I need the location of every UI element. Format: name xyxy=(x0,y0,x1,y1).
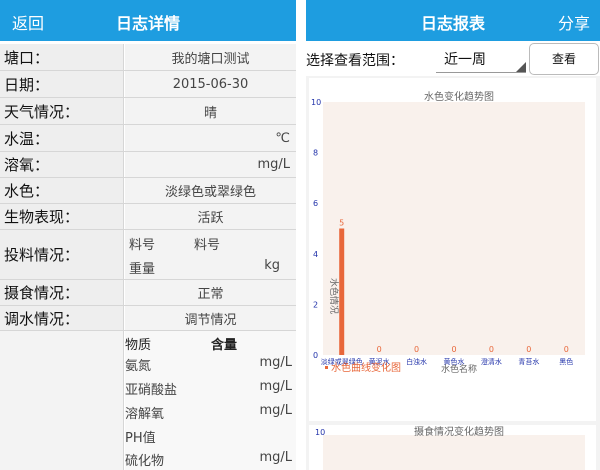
legend-label: 水色曲线变化图 xyxy=(331,361,401,374)
range-select[interactable]: 近一周 xyxy=(436,45,526,73)
substance-name: 氨氮 xyxy=(125,359,152,374)
water-temp-unit: ℃ xyxy=(125,125,296,151)
bar xyxy=(339,228,345,355)
oxygen-unit: mg/L xyxy=(125,152,296,177)
page-title: 日志报表 xyxy=(420,14,485,33)
substance-unit: mg/L xyxy=(259,379,292,394)
y-tick-label: 10 xyxy=(315,428,325,437)
bar-value-label: 0 xyxy=(377,345,382,354)
y-tick-label: 10 xyxy=(311,98,321,107)
water-color-value: 淡绿色或翠绿色 xyxy=(125,178,296,203)
substance-name: 硫化物 xyxy=(125,454,165,469)
feeding-values: 料号 料号 重量 kg xyxy=(125,230,296,279)
y-tick-label: 2 xyxy=(313,300,318,309)
water-adjust-value: 调节情况 xyxy=(125,306,296,330)
feed-weight-unit: kg xyxy=(264,258,280,273)
substance-label-cell xyxy=(0,331,124,470)
substance-unit: mg/L xyxy=(259,403,292,418)
intake-chart-card: 10 摄食情况变化趋势图 xyxy=(309,425,596,470)
y-tick-label: 4 xyxy=(313,250,318,259)
water-color-row: 水色： 淡绿色或翠绿色 xyxy=(0,178,296,204)
feeding-row: 投料情况： 料号 料号 重量 kg xyxy=(0,230,296,280)
weather-value: 晴 xyxy=(125,98,296,124)
substance-header-name: 物质 xyxy=(125,338,152,353)
substance-name: 溶解氧 xyxy=(125,407,165,422)
y-tick-label: 0 xyxy=(313,351,318,360)
oxygen-label: 溶氧： xyxy=(0,152,124,177)
page-title: 日志详情 xyxy=(115,14,180,33)
feed-weight-label: 重量 xyxy=(129,262,156,277)
log-detail-screen: 返回 日志详情 塘口： 我的塘口测试 日期： 2015-06-30 天气情况： … xyxy=(0,0,296,470)
x-tick-label: 黑色 xyxy=(559,357,573,366)
intake-label: 摄食情况： xyxy=(0,280,124,305)
intake-row: 摄食情况： 正常 xyxy=(0,280,296,306)
bar-value-label: 0 xyxy=(489,345,494,354)
feed-number-label-2: 料号 xyxy=(194,238,221,253)
x-tick-label: 澄清水 xyxy=(481,357,502,366)
y-tick-label: 8 xyxy=(313,149,318,158)
view-button[interactable]: 查看 xyxy=(529,43,599,75)
dropdown-arrow-icon xyxy=(516,62,526,72)
chart-title: 水色变化趋势图 xyxy=(424,90,494,103)
intake-value: 正常 xyxy=(125,280,296,305)
y-axis-label: 水色情况 xyxy=(328,278,340,314)
substance-unit: mg/L xyxy=(259,450,292,465)
date-label: 日期： xyxy=(0,71,124,97)
chart-title: 摄食情况变化趋势图 xyxy=(414,425,504,438)
range-selector-row: 选择查看范围： 近一周 查看 xyxy=(306,41,600,75)
substance-name: PH值 xyxy=(125,431,156,446)
bar-value-label: 5 xyxy=(339,219,344,228)
weather-label: 天气情况： xyxy=(0,98,124,124)
legend-swatch xyxy=(325,366,328,369)
feed-number-label-1: 料号 xyxy=(129,238,156,253)
water-adjust-label: 调水情况： xyxy=(0,306,124,330)
bar-value-label: 0 xyxy=(414,345,419,354)
log-report-screen: 日志报表 分享 选择查看范围： 近一周 查看 水色变化趋势图 0 2 4 6 8 10 5… xyxy=(306,0,600,470)
y-tick-label: 6 xyxy=(313,199,318,208)
pond-label: 塘口： xyxy=(0,44,124,70)
weather-row: 天气情况： 晴 xyxy=(0,98,296,125)
intake-chart: 10 摄食情况变化趋势图 xyxy=(315,425,585,470)
plot-background xyxy=(323,435,585,470)
substance-header-amount: 含量 xyxy=(211,338,238,353)
water-color-chart-card: 水色变化趋势图 0 2 4 6 8 10 5000000 淡绿或翠绿色 黄泥水 白浊水 黄色水澄… xyxy=(309,78,596,421)
bar-value-label: 0 xyxy=(526,345,531,354)
water-adjust-row: 调水情况： 调节情况 xyxy=(0,306,296,331)
pond-row: 塘口： 我的塘口测试 xyxy=(0,44,296,71)
date-value: 2015-06-30 xyxy=(125,71,296,97)
bio-value: 活跃 xyxy=(125,204,296,229)
substance-unit: mg/L xyxy=(259,355,292,370)
range-label: 选择查看范围： xyxy=(306,53,404,69)
water-temp-row: 水温： ℃ xyxy=(0,125,296,152)
bar-value-label: 0 xyxy=(564,345,569,354)
range-select-value: 近一周 xyxy=(444,52,486,68)
substance-table: 物质 含量 氨氮 mg/L 亚硝酸盐 mg/L 溶解氧 mg/L PH值 硫化物… xyxy=(125,331,296,470)
log-detail-appbar: 返回 日志详情 xyxy=(0,0,296,41)
feeding-label: 投料情况： xyxy=(0,230,124,279)
x-axis-label: 水色名称 xyxy=(441,363,477,375)
pond-value: 我的塘口测试 xyxy=(125,44,296,70)
log-report-appbar: 日志报表 分享 xyxy=(306,0,600,41)
x-tick-label: 青苔水 xyxy=(518,357,539,366)
bar-value-label: 0 xyxy=(451,345,456,354)
x-tick-label: 白浊水 xyxy=(406,357,427,366)
chart-scroll-area[interactable]: 水色变化趋势图 0 2 4 6 8 10 5000000 淡绿或翠绿色 黄泥水 白浊水 黄色水澄… xyxy=(306,76,600,470)
bio-row: 生物表现： 活跃 xyxy=(0,204,296,230)
date-row: 日期： 2015-06-30 xyxy=(0,71,296,98)
water-color-label: 水色： xyxy=(0,178,124,203)
oxygen-row: 溶氧： mg/L xyxy=(0,152,296,178)
substance-name: 亚硝酸盐 xyxy=(125,383,178,398)
plot-background xyxy=(323,102,585,355)
share-button[interactable]: 分享 xyxy=(558,10,590,34)
screen-divider xyxy=(296,0,306,470)
bio-label: 生物表现： xyxy=(0,204,124,229)
water-color-chart: 水色变化趋势图 0246810 50 0 0 0 0 0 淡绿或翠绿色 黄泥水 白浊水 黄色水澄… xyxy=(311,90,585,375)
water-temp-label: 水温： xyxy=(0,125,124,151)
